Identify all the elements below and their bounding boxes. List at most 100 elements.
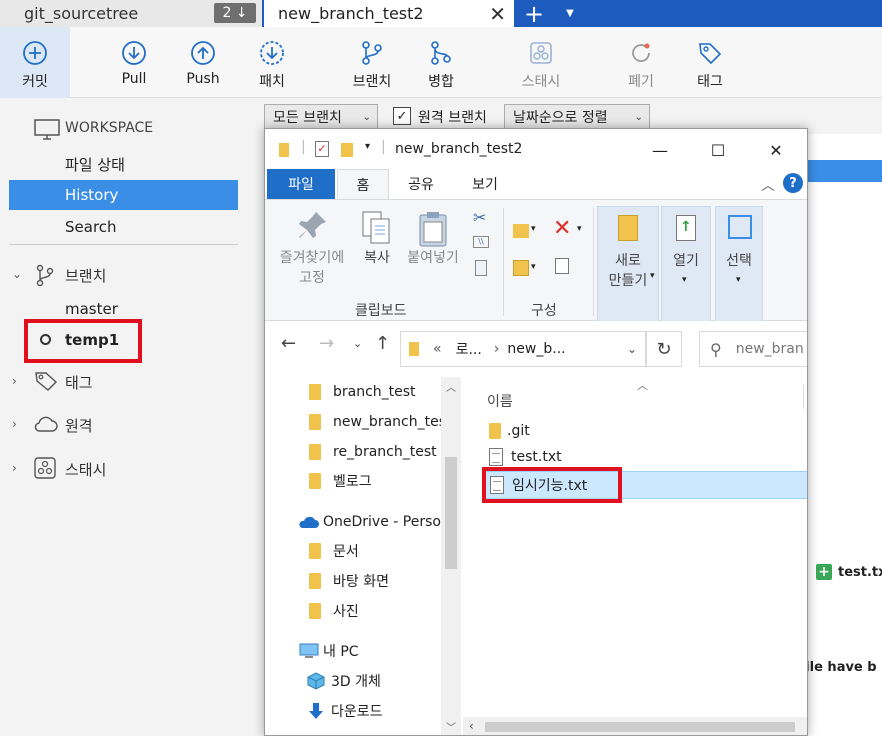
nav-item-onedrive[interactable]: OneDrive - Perso <box>297 508 441 536</box>
nav-item-folder[interactable]: re_branch_test <box>309 438 437 466</box>
chevron-down-icon[interactable]: ⌄ <box>627 342 637 356</box>
sidebar-section-stashes[interactable]: › 스태시 <box>0 453 262 483</box>
ribbon-tab-home[interactable]: 홈 <box>337 169 389 199</box>
sidebar-section-branches[interactable]: ⌄ 브랜치 <box>0 259 262 289</box>
list-item[interactable]: .git <box>489 419 530 443</box>
push-button[interactable]: Push <box>168 27 238 98</box>
address-input[interactable]: « 로... › new_b... ⌄ <box>400 331 646 367</box>
nav-item-this-pc[interactable]: 내 PC <box>299 637 359 665</box>
select-button[interactable]: 선택 ▾ <box>715 206 763 322</box>
scroll-up-icon[interactable]: ︿ <box>446 379 456 394</box>
tag-icon <box>34 370 60 396</box>
rename-icon[interactable] <box>555 258 569 274</box>
tag-button[interactable]: 태그 <box>675 27 745 98</box>
chevron-right-icon[interactable]: › <box>12 461 17 475</box>
merge-button[interactable]: 병합 <box>406 27 476 98</box>
address-crumb-current[interactable]: new_b... <box>507 341 565 357</box>
up-icon[interactable]: ↑ <box>375 333 390 354</box>
paste-shortcut-icon[interactable] <box>475 260 487 276</box>
all-branches-dropdown[interactable]: 모든 브랜치 ⌄ <box>264 104 378 130</box>
chevron-down-icon: ⌄ <box>634 111 643 123</box>
ribbon-tab-file[interactable]: 파일 <box>267 169 335 199</box>
chevron-down-icon[interactable]: ▼ <box>560 0 580 27</box>
nav-item-3d-objects[interactable]: 3D 개체 <box>307 667 381 695</box>
close-icon[interactable]: ✕ <box>753 137 799 163</box>
remote-branches-checkbox[interactable]: ✓ <box>393 107 411 125</box>
selected-commit-row[interactable] <box>800 160 882 182</box>
nav-item-downloads[interactable]: 다운로드 <box>307 697 383 725</box>
tab-git-sourcetree[interactable]: git_sourcetree 2 ↓ <box>0 0 262 27</box>
scrollbar-thumb[interactable] <box>445 457 457 569</box>
history-pane: + test.txt file have b <box>800 134 882 736</box>
nav-item-folder[interactable]: 벨로그 <box>309 467 372 495</box>
chevron-right-icon[interactable]: › <box>12 417 17 431</box>
address-overflow[interactable]: « <box>433 341 442 357</box>
new-folder-icon[interactable] <box>341 143 353 157</box>
file-list-horizontal-scrollbar[interactable]: ‹ <box>463 717 807 735</box>
help-icon[interactable]: ? <box>783 173 803 193</box>
forward-icon[interactable]: → <box>319 333 334 354</box>
chevron-right-icon[interactable]: › <box>12 374 17 388</box>
stash-icon <box>34 457 56 483</box>
cut-icon[interactable]: ✂ <box>473 208 486 227</box>
scroll-left-icon[interactable]: ‹ <box>469 719 474 733</box>
customize-quick-access-icon[interactable]: ▾ <box>365 141 370 152</box>
changed-file-item[interactable]: + test.txt <box>816 564 882 580</box>
sidebar-section-tags[interactable]: › 태그 <box>0 366 262 396</box>
close-icon[interactable]: ✕ <box>489 2 506 26</box>
pull-button[interactable]: Pull <box>99 27 169 98</box>
sort-dropdown[interactable]: 날짜순으로 정렬 ⌄ <box>504 104 650 130</box>
commit-button[interactable]: 커밋 <box>0 27 70 98</box>
maximize-icon[interactable]: ☐ <box>695 137 741 163</box>
merge-icon <box>427 39 455 67</box>
nav-item-folder[interactable]: branch_test <box>309 378 416 406</box>
pin-label: 즐겨찾기에 고정 <box>279 250 345 286</box>
new-button[interactable]: 새로 만들기 ▾ <box>597 206 659 322</box>
scroll-down-icon[interactable]: ﹀ <box>446 719 456 734</box>
copy-path-icon[interactable]: \\ <box>473 236 489 248</box>
sidebar-section-remotes[interactable]: › 원격 <box>0 409 262 439</box>
commit-label: 커밋 <box>22 74 48 90</box>
delete-icon[interactable]: ✕ <box>553 216 571 241</box>
recent-locations-icon[interactable]: ⌄ <box>353 337 362 350</box>
column-header-name[interactable]: 이름 <box>487 391 513 411</box>
sidebar-item-search[interactable]: Search <box>0 212 262 242</box>
branch-icon <box>358 39 386 67</box>
tab-new-branch-test2[interactable]: new_branch_test2 ✕ <box>264 0 514 27</box>
fetch-button[interactable]: 패치 <box>237 27 307 98</box>
address-crumb-parent[interactable]: 로... <box>456 339 482 359</box>
ribbon-tab-view[interactable]: 보기 <box>459 169 511 199</box>
paste-button[interactable]: 붙여넣기 <box>401 204 465 298</box>
properties-icon[interactable]: ✓ <box>315 141 329 157</box>
back-icon[interactable]: ← <box>281 333 296 354</box>
nav-item-folder[interactable]: new_branch_test <box>309 408 452 436</box>
copy-button[interactable]: 복사 <box>357 204 397 298</box>
add-tab-icon[interactable]: + <box>520 0 548 28</box>
list-item[interactable]: test.txt <box>489 445 562 469</box>
move-to-icon[interactable] <box>513 224 529 238</box>
pin-to-quick-access-button[interactable]: 즐겨찾기에 고정 <box>271 204 353 298</box>
open-button[interactable]: ↑ 열기 ▾ <box>661 206 711 322</box>
folder-icon <box>309 473 321 489</box>
branch-button[interactable]: 브랜치 <box>337 27 407 98</box>
nav-item-folder[interactable]: 문서 <box>309 537 359 565</box>
search-input[interactable]: ⚲ new_bran <box>699 331 807 367</box>
scrollbar-thumb[interactable] <box>485 722 795 732</box>
stash-button[interactable]: 스태시 <box>506 27 576 98</box>
minimize-icon[interactable]: — <box>637 137 683 163</box>
organize-group-label: 구성 <box>531 303 557 319</box>
discard-button[interactable]: 폐기 <box>606 27 676 98</box>
chevron-down-icon[interactable]: ⌄ <box>12 267 22 281</box>
refresh-icon[interactable]: ↻ <box>646 331 682 367</box>
onedrive-cloud-icon <box>299 516 319 528</box>
sidebar-item-history[interactable]: History <box>9 180 238 210</box>
nav-item-folder[interactable]: 바탕 화면 <box>309 567 389 595</box>
navigation-scrollbar[interactable]: ︿ ﹀ <box>441 377 461 735</box>
folder-icon <box>279 143 289 157</box>
sidebar-item-file-status[interactable]: 파일 상태 <box>0 149 262 179</box>
collapse-ribbon-icon[interactable]: ︿ <box>761 175 775 195</box>
all-branches-label: 모든 브랜치 <box>273 110 342 126</box>
ribbon-tab-share[interactable]: 공유 <box>395 169 447 199</box>
copy-to-icon[interactable] <box>513 260 529 276</box>
nav-item-folder[interactable]: 사진 <box>309 597 359 625</box>
